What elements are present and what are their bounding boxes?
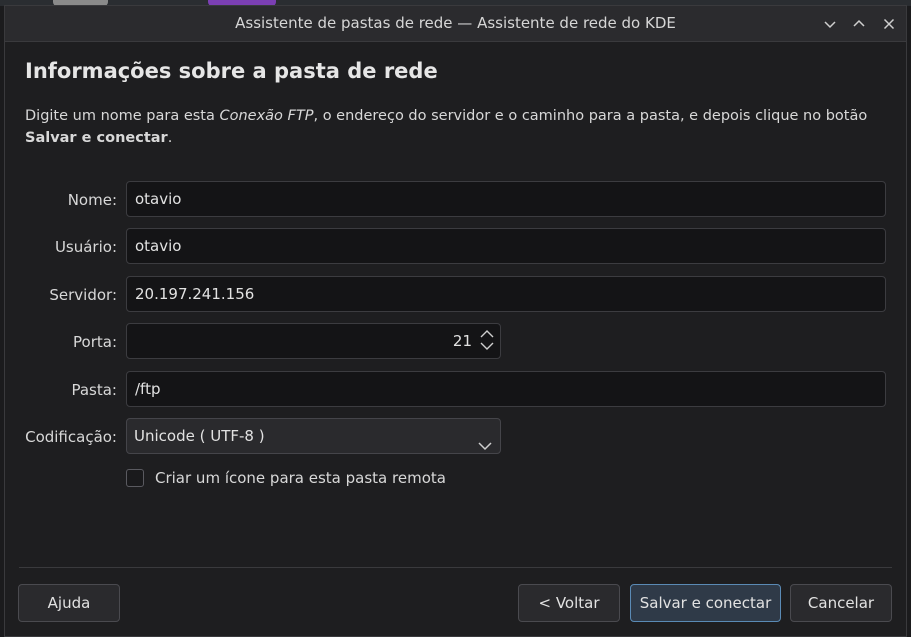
port-label: Porta:: [73, 333, 117, 351]
chevron-down-icon: [819, 18, 841, 30]
intro-text: Digite um nome para esta Conexão FTP, o …: [25, 105, 885, 149]
port-value: 21: [452, 332, 472, 350]
intro-part3: .: [167, 130, 173, 146]
encoding-select[interactable]: Unicode ( UTF-8 ): [126, 418, 501, 454]
chevron-up-icon[interactable]: [478, 327, 496, 340]
intro-part1: Digite um nome para esta: [25, 108, 220, 124]
minimize-button[interactable]: [819, 13, 841, 35]
intro-connection-type: Conexão FTP: [219, 108, 314, 124]
port-spinbox[interactable]: 21: [126, 323, 501, 359]
intro-button-ref: Salvar e conectar: [25, 130, 168, 146]
user-label: Usuário:: [54, 238, 117, 256]
chevron-down-icon[interactable]: [478, 340, 496, 353]
create-icon-checkbox[interactable]: [126, 469, 144, 487]
chevron-up-icon: [848, 18, 870, 30]
server-label: Servidor:: [49, 286, 117, 304]
intro-part2: , o endereço do servidor e o caminho par…: [313, 108, 868, 124]
name-label: Nome:: [67, 191, 117, 209]
create-icon-label[interactable]: Criar um ícone para esta pasta remota: [155, 469, 446, 487]
maximize-button[interactable]: [848, 13, 870, 35]
save-connect-button[interactable]: Salvar e conectar: [630, 584, 781, 622]
window-title: Assistente de pastas de rede — Assistent…: [235, 14, 676, 32]
encoding-value: Unicode ( UTF-8 ): [134, 427, 265, 445]
encoding-label: Codificação:: [25, 428, 117, 446]
titlebar: Assistente de pastas de rede — Assistent…: [5, 6, 906, 42]
help-button[interactable]: Ajuda: [18, 584, 120, 622]
chevron-down-icon: [478, 430, 492, 464]
dialog-window: Assistente de pastas de rede — Assistent…: [4, 5, 907, 637]
folder-field[interactable]: [126, 371, 886, 407]
cancel-button[interactable]: Cancelar: [790, 584, 892, 622]
user-field[interactable]: [126, 228, 886, 264]
page-title: Informações sobre a pasta de rede: [25, 59, 438, 83]
name-field[interactable]: [126, 181, 886, 217]
folder-label: Pasta:: [71, 381, 117, 399]
port-stepper[interactable]: [478, 327, 496, 355]
server-field[interactable]: [126, 276, 886, 312]
close-button[interactable]: [878, 13, 900, 35]
divider: [19, 567, 892, 568]
back-button[interactable]: < Voltar: [518, 584, 620, 622]
close-icon: [878, 18, 900, 30]
